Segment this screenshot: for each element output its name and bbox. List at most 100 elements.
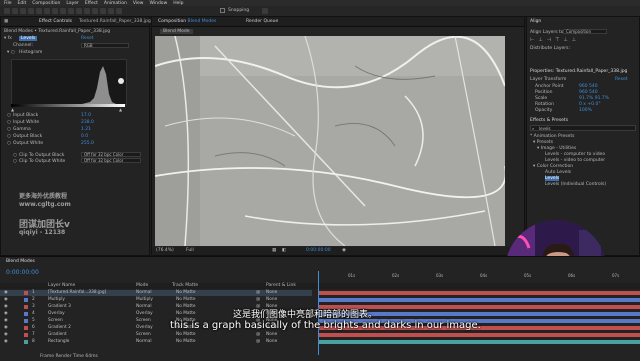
grid-icon[interactable]: ▦ [272, 248, 276, 253]
visibility-eye-icon[interactable]: ◉ [4, 339, 8, 344]
effects-tree-item[interactable]: Levels [545, 176, 560, 181]
snap-options-icon[interactable] [262, 8, 268, 14]
align-vcenter-icon[interactable]: ⊥ [563, 37, 567, 43]
fx-icon[interactable]: ▾ fx [4, 36, 12, 41]
menu-effect[interactable]: Effect [85, 1, 98, 6]
param-value[interactable]: 1.21 [81, 127, 91, 132]
menu-help[interactable]: Help [173, 1, 183, 6]
visibility-eye-icon[interactable]: ◉ [4, 332, 8, 337]
parent-pickwhip-icon[interactable]: @ [256, 290, 260, 295]
eraser-tool-icon[interactable] [100, 8, 106, 14]
clip-white-dropdown[interactable]: Off for 32 bpc Color [81, 158, 141, 163]
param-stopwatch-icon[interactable]: ○ [7, 113, 11, 118]
align-right-icon[interactable]: ⊣ [547, 37, 551, 43]
timeline-layer-row[interactable]: ◉ 1 [Textured.Rainfal...338.jpg] Normal No M… [0, 290, 312, 296]
label-color-swatch[interactable] [24, 333, 28, 337]
layer-track-bar[interactable] [318, 340, 640, 344]
effects-tree-item[interactable]: Auto Levels [545, 170, 571, 175]
transform-prop-value[interactable]: 960 540 [579, 90, 598, 95]
label-color-swatch[interactable] [24, 340, 28, 344]
tab-align[interactable]: Align [530, 19, 541, 24]
param-value[interactable]: 238.0 [81, 120, 94, 125]
effects-tree-item[interactable]: ▾ Image - Utilities [537, 146, 576, 151]
effects-tree-item[interactable]: ▾ Presets [533, 140, 553, 145]
tab-composition[interactable]: Composition Blend Modes [158, 19, 216, 24]
layer-mode-dropdown[interactable]: Normal [136, 290, 152, 295]
parent-pickwhip-icon[interactable]: @ [256, 332, 260, 337]
layer-mode-dropdown[interactable]: Screen [136, 332, 151, 337]
layer-mode-dropdown[interactable]: Overlay [136, 311, 153, 316]
camera-tool-icon[interactable] [44, 8, 50, 14]
layer-name[interactable]: [Textured.Rainfal...338.jpg] [48, 290, 106, 295]
comp-timecode[interactable]: 0:00:00:00 [306, 248, 331, 253]
menu-window[interactable]: Window [150, 1, 168, 6]
label-color-swatch[interactable] [24, 298, 28, 302]
effect-name-levels[interactable]: Levels [19, 36, 38, 41]
visibility-eye-icon[interactable]: ◉ [4, 304, 8, 309]
effects-tree-item[interactable]: Levels - computer to video [545, 152, 605, 157]
layer-matte-dropdown[interactable]: No Matte [176, 311, 196, 316]
effects-tree-item[interactable]: * Animation Presets [530, 134, 574, 139]
rectangle-tool-icon[interactable] [60, 8, 66, 14]
project-tab[interactable]: ■ [4, 19, 8, 24]
align-to-dropdown[interactable]: Composition [563, 29, 607, 34]
tab-timeline-blend-modes[interactable]: Blend Modes [6, 259, 35, 264]
layer-parent-dropdown[interactable]: None [266, 297, 277, 302]
channel-dropdown[interactable]: RGB [81, 43, 129, 48]
layer-name[interactable]: Screen [48, 318, 63, 323]
layer-parent-dropdown[interactable]: None [266, 332, 277, 337]
transform-reset-link[interactable]: Reset [615, 77, 628, 82]
input-black-handle-icon[interactable]: ▲ [11, 107, 14, 112]
puppet-tool-icon[interactable] [116, 8, 122, 14]
param-stopwatch-icon[interactable]: ○ [7, 141, 11, 146]
layer-name[interactable]: Overlay [48, 311, 65, 316]
transform-prop-value[interactable]: 0 x +0.0° [579, 102, 601, 107]
transform-prop-value[interactable]: 100% [579, 108, 592, 113]
visibility-eye-icon[interactable]: ◉ [4, 311, 8, 316]
layer-track-bar[interactable] [318, 333, 640, 337]
effects-tree-item[interactable]: Levels (Individual Controls) [545, 182, 606, 187]
tab-effect-controls[interactable]: Effect Controls [39, 19, 72, 24]
layer-matte-dropdown[interactable]: No Matte [176, 339, 196, 344]
clip-black-twirl-icon[interactable]: ○ [13, 153, 17, 158]
parent-pickwhip-icon[interactable]: @ [256, 297, 260, 302]
layer-matte-dropdown[interactable]: No Matte [176, 332, 196, 337]
layer-parent-dropdown[interactable]: None [266, 339, 277, 344]
visibility-eye-icon[interactable]: ◉ [4, 290, 8, 295]
rotate-tool-icon[interactable] [36, 8, 42, 14]
label-color-swatch[interactable] [24, 326, 28, 330]
pen-tool-icon[interactable] [68, 8, 74, 14]
timeline-layer-row[interactable]: ◉ 8 Rectangle Normal No Matte @ None [0, 339, 312, 345]
transform-prop-value[interactable]: 91.7% 91.7% [579, 96, 609, 101]
menu-layer[interactable]: Layer [66, 1, 79, 6]
timeline-layer-row[interactable]: ◉ 2 Multiply Multiply No Matte @ None [0, 297, 312, 303]
effects-search-input[interactable]: ⌕ levels [530, 125, 636, 131]
home-icon[interactable] [4, 8, 10, 14]
timeline-layer-row[interactable]: ◉ 7 Gradient Screen No Matte @ None [0, 332, 312, 338]
parent-pickwhip-icon[interactable]: @ [256, 339, 260, 344]
menu-composition[interactable]: Composition [32, 1, 60, 6]
clip-white-twirl-icon[interactable]: ○ [13, 159, 17, 164]
layer-name[interactable]: Gradient 2 [48, 325, 71, 330]
visibility-eye-icon[interactable]: ◉ [4, 325, 8, 330]
visibility-eye-icon[interactable]: ◉ [4, 297, 8, 302]
param-value[interactable]: 255.0 [81, 141, 94, 146]
menu-animation[interactable]: Animation [104, 1, 127, 6]
camera-snapshot-icon[interactable]: ◉ [342, 248, 346, 253]
layer-parent-dropdown[interactable]: None [266, 290, 277, 295]
label-color-swatch[interactable] [24, 305, 28, 309]
layer-mode-dropdown[interactable]: Multiply [136, 297, 153, 302]
layer-matte-dropdown[interactable]: No Matte [176, 297, 196, 302]
label-color-swatch[interactable] [24, 312, 28, 316]
layer-name[interactable]: Gradient [48, 332, 67, 337]
selection-tool-icon[interactable] [12, 8, 18, 14]
label-color-swatch[interactable] [24, 319, 28, 323]
layer-matte-dropdown[interactable]: No Matte [176, 304, 196, 309]
snapping-checkbox[interactable] [220, 8, 225, 13]
layer-mode-dropdown[interactable]: Overlay [136, 325, 153, 330]
transform-prop-value[interactable]: 960 540 [579, 84, 598, 89]
layer-mode-dropdown[interactable]: Normal [136, 304, 152, 309]
layer-track-bar[interactable] [318, 291, 640, 295]
layer-mode-dropdown[interactable]: Normal [136, 339, 152, 344]
effects-tree-item[interactable]: Levels - video to computer [545, 158, 605, 163]
